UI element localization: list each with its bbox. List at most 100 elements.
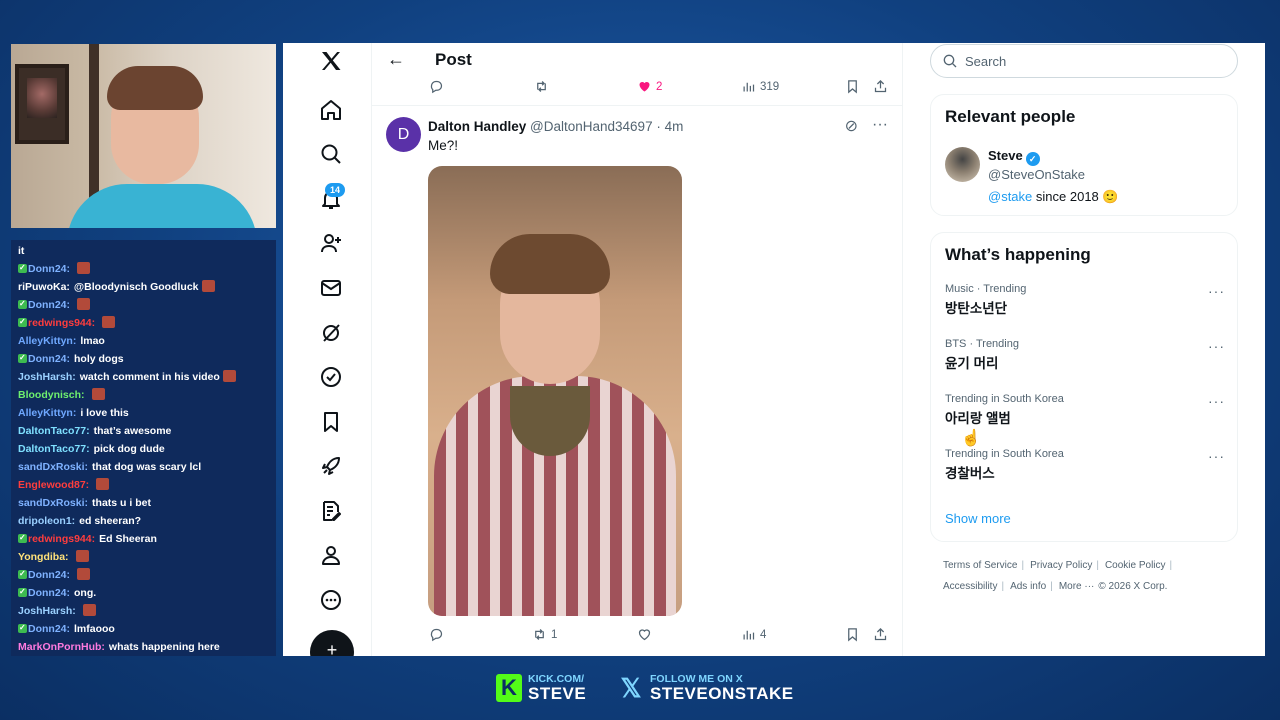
- trend-item[interactable]: Trending in South Korea 경찰버스 ···: [945, 448, 1225, 482]
- views-button[interactable]: 4: [741, 627, 766, 642]
- chat-username[interactable]: redwings944:: [28, 533, 95, 545]
- people-add-icon[interactable]: [319, 231, 343, 255]
- chat-message: Donn24:: [18, 260, 270, 278]
- like-button[interactable]: 2: [637, 79, 662, 94]
- chat-message: sandDxRoski: that dog was scary lcl: [18, 458, 270, 476]
- chat-message: Donn24: ong.: [18, 584, 270, 602]
- chat-username[interactable]: Bloodynisch:: [18, 389, 85, 401]
- author-handle[interactable]: @DaltonHand34697: [530, 119, 653, 134]
- repost-icon[interactable]: [534, 79, 549, 94]
- avatar[interactable]: [945, 147, 980, 182]
- reply-tweet[interactable]: D Dalton Handley @DaltonHand34697 · 4m ⊘…: [371, 105, 902, 656]
- bio-link[interactable]: @stake: [988, 189, 1032, 204]
- grok-icon[interactable]: ⊘: [845, 116, 858, 136]
- bookmark-icon[interactable]: [845, 79, 860, 94]
- chat-username[interactable]: redwings944:: [28, 317, 95, 329]
- avatar[interactable]: D: [386, 117, 421, 152]
- chat-username[interactable]: dripoleon1:: [18, 515, 75, 527]
- chat-username[interactable]: it: [18, 245, 24, 257]
- repost-count: 1: [551, 628, 558, 641]
- home-icon[interactable]: [319, 98, 343, 122]
- trend-item[interactable]: Music · Trending 방탄소년단 ···: [945, 283, 1225, 317]
- chat-username[interactable]: Donn24:: [28, 623, 70, 635]
- views-count: 319: [760, 80, 780, 93]
- trend-topic: 경찰버스: [945, 466, 995, 481]
- kick-channel: STEVE: [528, 684, 587, 703]
- grok-icon[interactable]: [319, 321, 343, 345]
- more-options-icon[interactable]: ···: [1208, 338, 1225, 354]
- rocket-icon[interactable]: [319, 454, 343, 478]
- footer-link[interactable]: © 2026 X Corp.: [1098, 581, 1167, 592]
- tweet-photo[interactable]: [428, 166, 682, 616]
- emote-icon: [77, 262, 90, 274]
- more-icon[interactable]: [319, 588, 343, 612]
- like-icon[interactable]: [637, 627, 652, 642]
- search-icon[interactable]: [319, 142, 343, 166]
- author-name[interactable]: Dalton Handley: [428, 119, 526, 134]
- chat-username[interactable]: MarkOnPornHub:: [18, 641, 105, 653]
- chat-username[interactable]: Donn24:: [28, 569, 70, 581]
- mail-icon[interactable]: [319, 276, 343, 300]
- verified-check-icon: [18, 530, 27, 547]
- chat-username[interactable]: riPuwoKa:: [18, 281, 70, 293]
- chat-username[interactable]: Yongdiba:: [18, 551, 69, 563]
- verified-icon[interactable]: [319, 365, 343, 389]
- chat-username[interactable]: Englewood87:: [18, 479, 89, 491]
- chat-username[interactable]: Donn24:: [28, 299, 70, 311]
- repost-button[interactable]: 1: [532, 627, 557, 642]
- chat-username[interactable]: DaltonTaco77:: [18, 425, 90, 437]
- bookmark-icon[interactable]: [845, 627, 860, 642]
- footer-link[interactable]: Terms of Service: [943, 560, 1017, 571]
- trend-item[interactable]: BTS · Trending 윤기 머리 ···: [945, 338, 1225, 372]
- chat-message: sandDxRoski: thats u i bet: [18, 494, 270, 512]
- chat-text: i love this: [80, 407, 129, 419]
- chat-username[interactable]: Donn24:: [28, 353, 70, 365]
- footer-link[interactable]: Accessibility: [943, 581, 997, 592]
- search-box[interactable]: [930, 44, 1238, 78]
- chat-username[interactable]: AlleyKittyn:: [18, 335, 76, 347]
- views-button[interactable]: 319: [741, 79, 779, 94]
- footer-link[interactable]: More ···: [1059, 581, 1095, 592]
- chat-username[interactable]: Donn24:: [28, 263, 70, 275]
- back-arrow-icon[interactable]: ←: [387, 49, 405, 70]
- verified-badge-icon: ✓: [1025, 152, 1040, 166]
- person-handle[interactable]: @SteveOnStake: [988, 167, 1085, 182]
- wall-painting: [15, 64, 69, 144]
- footer-link[interactable]: Cookie Policy: [1105, 560, 1166, 571]
- share-icon[interactable]: [873, 79, 888, 94]
- chat-username[interactable]: DaltonTaco77:: [18, 443, 90, 455]
- verified-check-icon: [18, 620, 27, 637]
- chat-username[interactable]: Donn24:: [28, 587, 70, 599]
- chat-username[interactable]: JoshHarsh:: [18, 605, 76, 617]
- reply-icon[interactable]: [429, 627, 444, 642]
- right-sidebar: Relevant people Steve✓ @SteveOnStake @st…: [902, 43, 1265, 656]
- bio-text: since 2018 🙂: [1035, 189, 1119, 204]
- article-icon[interactable]: [319, 499, 343, 523]
- profile-icon[interactable]: [319, 543, 343, 567]
- more-options-icon[interactable]: ···: [872, 116, 888, 136]
- bookmark-icon[interactable]: [319, 410, 343, 434]
- chat-message: Donn24: holy dogs: [18, 350, 270, 368]
- more-options-icon[interactable]: ···: [1208, 448, 1225, 464]
- emote-icon: [77, 568, 90, 580]
- chat-username[interactable]: sandDxRoski:: [18, 461, 88, 473]
- share-icon[interactable]: [873, 627, 888, 642]
- person-name[interactable]: Steve: [988, 148, 1023, 163]
- more-options-icon[interactable]: ···: [1208, 393, 1225, 409]
- trend-item[interactable]: Trending in South Korea 아리랑 앨범 ···: [945, 393, 1225, 427]
- footer-link[interactable]: Ads info: [1010, 581, 1046, 592]
- chat-message: Donn24:: [18, 296, 270, 314]
- more-options-icon[interactable]: ···: [1208, 283, 1225, 299]
- chat-username[interactable]: JoshHarsh:: [18, 371, 76, 383]
- reply-icon[interactable]: [429, 79, 444, 94]
- card-title: Relevant people: [945, 107, 1076, 126]
- chat-username[interactable]: AlleyKittyn:: [18, 407, 76, 419]
- chat-username[interactable]: sandDxRoski:: [18, 497, 88, 509]
- search-input[interactable]: [965, 52, 1225, 70]
- chat-message: redwings944: Ed Sheeran: [18, 530, 270, 548]
- footer-link[interactable]: Privacy Policy: [1030, 560, 1092, 571]
- compose-post-button[interactable]: +: [310, 630, 354, 656]
- chat-text: pick dog dude: [93, 443, 165, 455]
- x-logo-icon[interactable]: [319, 49, 343, 73]
- show-more-link[interactable]: Show more: [945, 511, 1011, 526]
